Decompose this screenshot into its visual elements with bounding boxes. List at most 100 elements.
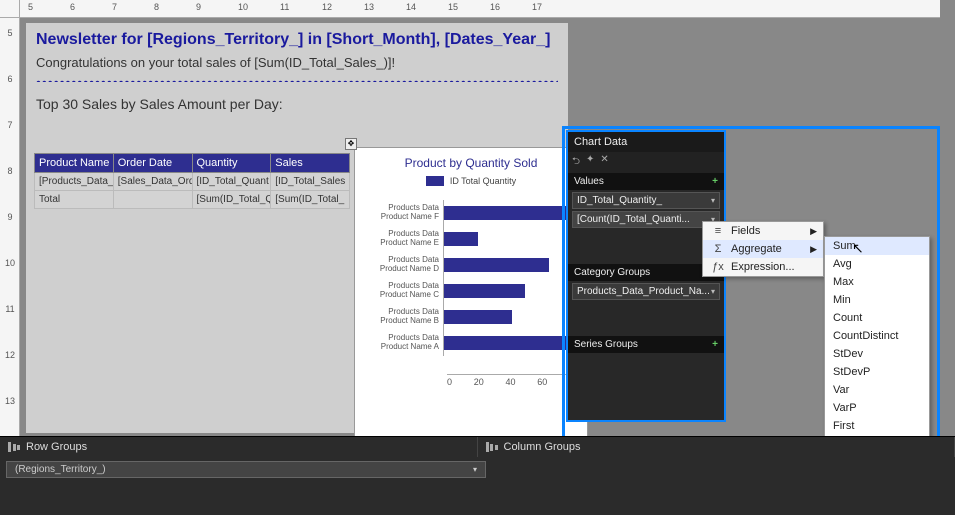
chart-legend[interactable]: ID Total Quantity bbox=[355, 176, 587, 186]
chart-data-toolbar[interactable]: ⮌ ✦ ✕ bbox=[568, 152, 724, 173]
values-drop-zone[interactable] bbox=[568, 230, 724, 264]
menu-item-label: Fields bbox=[731, 225, 760, 237]
values-section-head[interactable]: Values + bbox=[568, 173, 724, 190]
table-cell[interactable]: [Sum(ID_Total_Q bbox=[192, 191, 271, 209]
chart-bar[interactable] bbox=[444, 232, 478, 246]
table-header-cell[interactable]: Product Name bbox=[35, 154, 114, 173]
table-cell[interactable] bbox=[113, 191, 192, 209]
menu-item-icon: ≡ bbox=[709, 225, 727, 237]
value-field[interactable]: ID_Total_Quantity_ ▾ bbox=[572, 192, 720, 209]
aggregate-menu-item[interactable]: Avg bbox=[825, 255, 929, 273]
ruler-tick: 11 bbox=[2, 304, 18, 314]
chart-bar-row: Products Data Product Name E bbox=[361, 226, 579, 252]
aggregate-menu-item[interactable]: Min bbox=[825, 291, 929, 309]
design-canvas: 567891011121314151617 5678910111213 News… bbox=[0, 0, 955, 436]
add-series-icon[interactable]: + bbox=[712, 339, 718, 350]
ruler-tick: 12 bbox=[322, 2, 332, 12]
x-tick-label: 60 bbox=[537, 377, 547, 387]
ruler-tick: 13 bbox=[2, 396, 18, 406]
category-field[interactable]: Products_Data_Product_Na... ▾ bbox=[572, 283, 720, 300]
chart-bar-row: Products Data Product Name D bbox=[361, 252, 579, 278]
ruler-tick: 10 bbox=[2, 258, 18, 268]
report-headline[interactable]: Newsletter for [Regions_Territory_] in [… bbox=[36, 31, 558, 49]
aggregate-menu-item[interactable]: StDevP bbox=[825, 363, 929, 381]
table-header-cell[interactable]: Quantity bbox=[192, 154, 271, 173]
series-section-head[interactable]: Series Groups + bbox=[568, 336, 724, 353]
toolbar-btn[interactable]: ✕ bbox=[600, 154, 608, 171]
column-groups-label: Column Groups bbox=[504, 441, 581, 453]
ruler-tick: 13 bbox=[364, 2, 374, 12]
table-row[interactable]: Total [Sum(ID_Total_Q[Sum(ID_Total_ bbox=[35, 191, 350, 209]
row-group-item[interactable]: (Regions_Territory_) ▾ bbox=[6, 461, 486, 478]
ruler-horizontal: 567891011121314151617 bbox=[20, 0, 940, 18]
report-table[interactable]: Product NameOrder DateQuantitySales [Pro… bbox=[34, 153, 350, 209]
field-label: Products_Data_Product_Na... bbox=[577, 286, 710, 297]
chart-bar[interactable] bbox=[444, 206, 579, 220]
series-drop-zone[interactable] bbox=[568, 353, 724, 387]
chart-title[interactable]: Product by Quantity Sold bbox=[355, 156, 587, 170]
chart-region[interactable]: ✥ Product by Quantity Sold ID Total Quan… bbox=[354, 147, 588, 443]
aggregate-menu-item[interactable]: Max bbox=[825, 273, 929, 291]
series-label: Series Groups bbox=[574, 339, 638, 350]
context-menu-item[interactable]: ƒxExpression... bbox=[703, 258, 823, 276]
chart-bar[interactable] bbox=[444, 310, 512, 324]
row-groups-body[interactable]: (Regions_Territory_) ▾ bbox=[0, 457, 492, 482]
chart-data-panel-title[interactable]: Chart Data bbox=[568, 132, 724, 152]
row-groups-header[interactable]: Row Groups bbox=[0, 437, 478, 457]
menu-item-label: Expression... bbox=[731, 261, 795, 273]
category-section-head[interactable]: Category Groups + bbox=[568, 264, 724, 281]
table-cell[interactable]: [ID_Total_Sales bbox=[271, 173, 350, 191]
aggregate-menu-item[interactable]: First bbox=[825, 417, 929, 435]
table-cell[interactable]: Total bbox=[35, 191, 114, 209]
menu-item-icon: Σ bbox=[709, 243, 727, 255]
category-drop-zone[interactable] bbox=[568, 302, 724, 336]
chart-bar[interactable] bbox=[444, 284, 525, 298]
move-handle-icon[interactable]: ✥ bbox=[345, 138, 357, 150]
submenu-arrow-icon: ▶ bbox=[810, 226, 817, 237]
ruler-tick: 16 bbox=[490, 2, 500, 12]
aggregate-menu-item[interactable]: StDev bbox=[825, 345, 929, 363]
aggregate-menu-item[interactable]: Sum bbox=[825, 237, 929, 255]
context-menu[interactable]: ≡ Fields ▶ ΣAggregate▶ƒxExpression... bbox=[702, 221, 824, 277]
row-groups-icon bbox=[8, 442, 20, 452]
aggregate-menu-item[interactable]: Var bbox=[825, 381, 929, 399]
ruler-tick: 8 bbox=[2, 166, 18, 176]
table-cell[interactable]: [Products_Data_ bbox=[35, 173, 114, 191]
value-field[interactable]: [Count(ID_Total_Quanti... ▾ bbox=[572, 211, 720, 228]
dropdown-arrow-icon[interactable]: ▾ bbox=[473, 465, 477, 474]
chart-bar[interactable] bbox=[444, 258, 549, 272]
table-header-cell[interactable]: Sales bbox=[271, 154, 350, 173]
dropdown-arrow-icon[interactable]: ▾ bbox=[711, 196, 715, 205]
column-groups-header[interactable]: Column Groups bbox=[478, 437, 955, 457]
table-cell[interactable]: [ID_Total_Quant bbox=[192, 173, 271, 191]
report-subhead[interactable]: Top 30 Sales by Sales Amount per Day: bbox=[36, 96, 558, 112]
context-menu-item[interactable]: ΣAggregate▶ bbox=[703, 240, 823, 258]
chart-bar-label: Products Data Product Name B bbox=[361, 308, 443, 326]
report-congrats-text[interactable]: Congratulations on your total sales of [… bbox=[36, 55, 558, 70]
aggregate-menu-item[interactable]: Count bbox=[825, 309, 929, 327]
aggregate-menu-item[interactable]: VarP bbox=[825, 399, 929, 417]
ruler-tick: 5 bbox=[28, 2, 33, 12]
context-menu-item[interactable]: ≡ Fields ▶ bbox=[703, 222, 823, 240]
legend-label: ID Total Quantity bbox=[450, 176, 516, 186]
chart-bar-label: Products Data Product Name E bbox=[361, 230, 443, 248]
table-header-cell[interactable]: Order Date bbox=[113, 154, 192, 173]
aggregate-menu-item[interactable]: CountDistinct bbox=[825, 327, 929, 345]
table-cell[interactable]: [Sales_Data_Ord bbox=[113, 173, 192, 191]
ruler-tick: 11 bbox=[280, 2, 289, 12]
ruler-corner bbox=[0, 0, 20, 18]
table-row[interactable]: [Products_Data_[Sales_Data_Ord[ID_Total_… bbox=[35, 173, 350, 191]
values-label: Values bbox=[574, 176, 604, 187]
column-groups-icon bbox=[486, 442, 498, 452]
ruler-tick: 9 bbox=[196, 2, 201, 12]
dropdown-arrow-icon[interactable]: ▾ bbox=[711, 287, 715, 296]
chart-bar[interactable] bbox=[444, 336, 566, 350]
add-value-icon[interactable]: + bbox=[712, 176, 718, 187]
report-page[interactable]: Newsletter for [Regions_Territory_] in [… bbox=[25, 22, 569, 434]
row-group-item-label: (Regions_Territory_) bbox=[15, 464, 106, 475]
toolbar-btn[interactable]: ⮌ bbox=[572, 154, 580, 171]
column-groups-body[interactable] bbox=[492, 457, 955, 482]
toolbar-btn[interactable]: ✦ bbox=[586, 154, 594, 171]
chart-bar-track bbox=[443, 226, 579, 252]
table-cell[interactable]: [Sum(ID_Total_ bbox=[271, 191, 350, 209]
